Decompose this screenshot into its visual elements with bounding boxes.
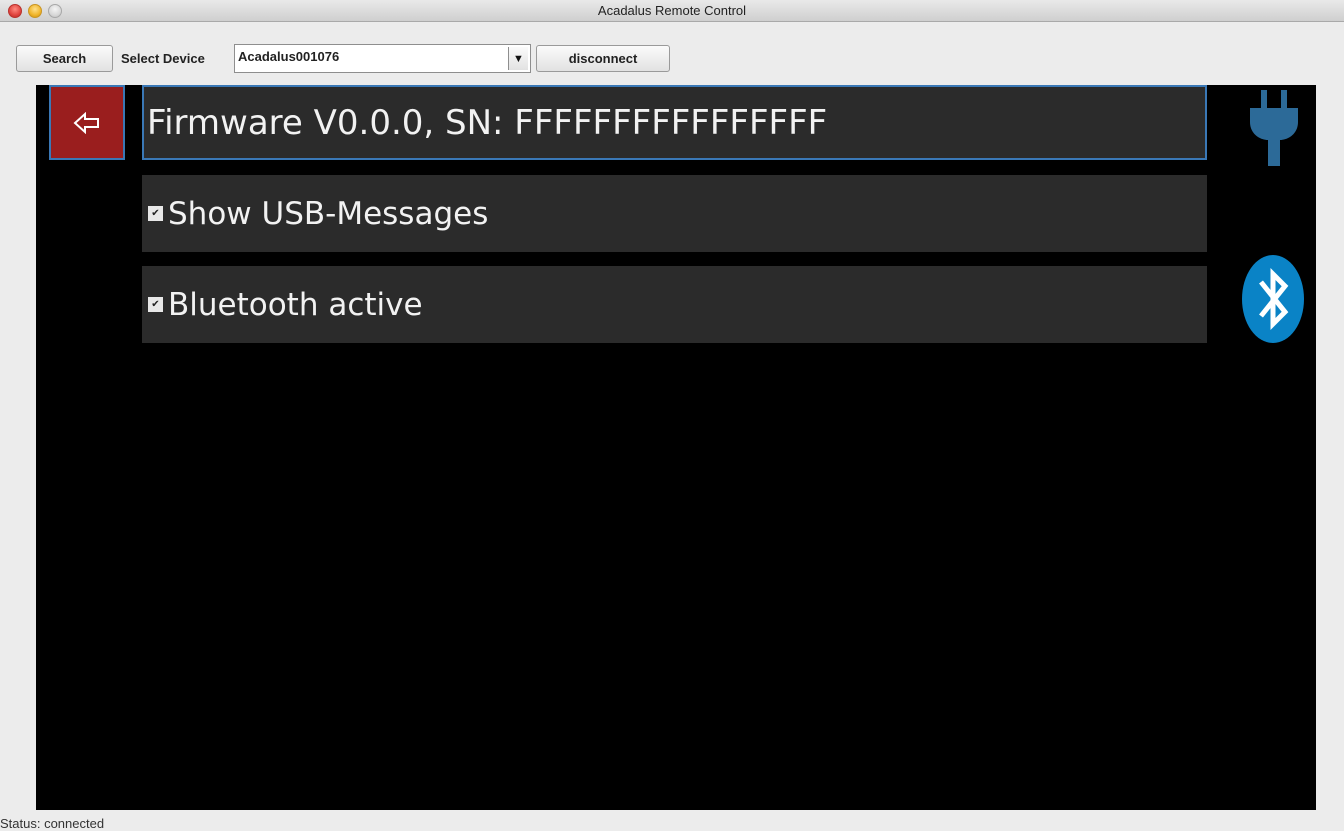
title-bar: Acadalus Remote Control	[0, 0, 1344, 22]
window-title: Acadalus Remote Control	[597, 3, 747, 18]
show-usb-messages-option[interactable]: ✔ Show USB-Messages	[142, 175, 1207, 252]
device-select[interactable]: Acadalus001076 ▼	[234, 44, 531, 73]
bluetooth-active-checkbox[interactable]: ✔	[148, 297, 163, 312]
show-usb-messages-label: Show USB-Messages	[168, 195, 489, 232]
bluetooth-active-option[interactable]: ✔ Bluetooth active	[142, 266, 1207, 343]
plug-icon	[1250, 90, 1298, 166]
status-text: Status: connected	[0, 816, 105, 831]
select-device-label: Select Device	[121, 51, 205, 66]
device-select-value: Acadalus001076	[238, 49, 340, 64]
back-arrow-icon	[73, 111, 99, 134]
dropdown-arrow-icon[interactable]: ▼	[508, 47, 528, 70]
firmware-text: Firmware V0.0.0, SN: FFFFFFFFFFFFFFFF	[147, 102, 828, 143]
bluetooth-active-label: Bluetooth active	[168, 286, 423, 323]
bluetooth-icon	[1242, 255, 1304, 343]
disconnect-button[interactable]: disconnect	[536, 45, 670, 72]
show-usb-messages-checkbox[interactable]: ✔	[148, 206, 163, 221]
search-button[interactable]: Search	[16, 45, 113, 72]
back-button[interactable]	[49, 85, 125, 160]
firmware-info: Firmware V0.0.0, SN: FFFFFFFFFFFFFFFF	[142, 85, 1207, 160]
